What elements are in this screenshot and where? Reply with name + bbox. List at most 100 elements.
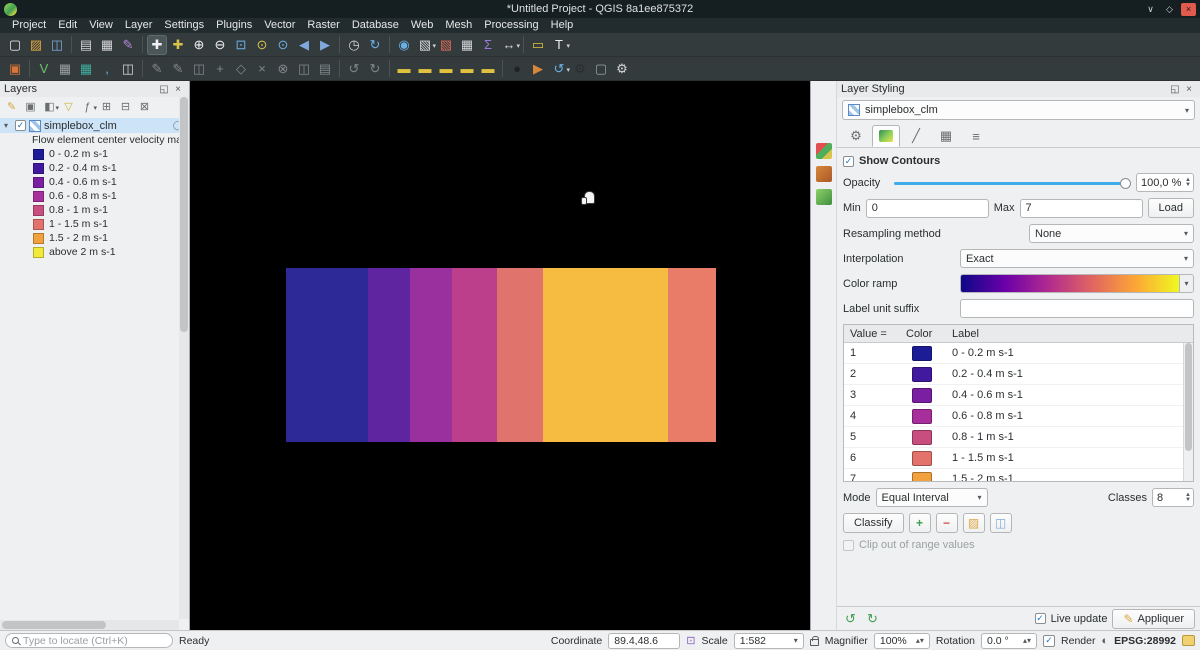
- project-new-icon[interactable]: ▢: [5, 35, 25, 55]
- legend-item[interactable]: 0.6 - 0.8 m s-1: [0, 189, 189, 203]
- symbology-tab-icon[interactable]: [816, 143, 832, 159]
- legend-item[interactable]: 0 - 0.2 m s-1: [0, 147, 189, 161]
- spinner-arrows-icon[interactable]: ▲▼: [1185, 178, 1191, 188]
- menu-processing[interactable]: Processing: [478, 18, 544, 33]
- statistics-summary-icon[interactable]: Σ: [478, 35, 498, 55]
- add-vector-layer-icon[interactable]: V: [34, 59, 54, 79]
- column-header-color[interactable]: Color: [906, 328, 946, 340]
- deselect-features-icon[interactable]: ▧: [436, 35, 456, 55]
- layer-visibility-checkbox[interactable]: ✓: [15, 120, 26, 131]
- processing-toolbox-icon[interactable]: ⚙: [570, 59, 590, 79]
- table-row[interactable]: 10 - 0.2 m s-1: [844, 343, 1193, 364]
- open-attribute-table-icon[interactable]: ▦: [457, 35, 477, 55]
- cell-color[interactable]: [906, 388, 946, 403]
- add-raster-layer-icon[interactable]: ▦: [55, 59, 75, 79]
- table-row[interactable]: 50.8 - 1 m s-1: [844, 427, 1193, 448]
- crs-globe-icon[interactable]: ◐: [1101, 635, 1108, 647]
- magnifier-spinbox[interactable]: 100% ▴▾: [874, 633, 930, 649]
- table-row[interactable]: 30.4 - 0.6 m s-1: [844, 385, 1193, 406]
- highlight-labels-icon[interactable]: ▬: [457, 59, 477, 79]
- menu-mesh[interactable]: Mesh: [439, 18, 478, 33]
- move-label-icon[interactable]: ▬: [478, 59, 498, 79]
- project-open-icon[interactable]: ▨: [26, 35, 46, 55]
- layer-diagram-icon[interactable]: ▬: [415, 59, 435, 79]
- toggle-editing-icon[interactable]: ✎: [168, 59, 188, 79]
- zoom-to-selection-icon[interactable]: ⊙: [252, 35, 272, 55]
- style-manager-icon[interactable]: ✎: [118, 35, 138, 55]
- color-ramp-button[interactable]: ▾: [960, 274, 1194, 293]
- pin-labels-icon[interactable]: ▬: [436, 59, 456, 79]
- redo-history-icon[interactable]: ↺▾: [549, 59, 569, 79]
- table-row[interactable]: 40.6 - 0.8 m s-1: [844, 406, 1193, 427]
- zoom-to-layer-icon[interactable]: ⊙: [273, 35, 293, 55]
- apply-button[interactable]: ✎ Appliquer: [1112, 609, 1195, 629]
- crs-value[interactable]: EPSG:28992: [1114, 635, 1176, 647]
- undock-styling-panel-icon[interactable]: ◱: [1168, 84, 1182, 95]
- options-wrench-icon[interactable]: ⚙: [612, 59, 632, 79]
- undo-icon[interactable]: ↺: [344, 59, 364, 79]
- label-unit-suffix-input[interactable]: [960, 299, 1194, 318]
- spinner-arrows-icon[interactable]: ▲▼: [1185, 493, 1191, 503]
- cell-color[interactable]: [906, 430, 946, 445]
- zoom-full-icon[interactable]: ⊡: [231, 35, 251, 55]
- style-manager-tab-icon[interactable]: [816, 166, 832, 182]
- project-save-icon[interactable]: ◫: [47, 35, 67, 55]
- save-classes-button[interactable]: ◫: [990, 513, 1012, 533]
- table-vertical-scrollbar[interactable]: [1183, 343, 1193, 481]
- python-console-icon[interactable]: ●: [507, 59, 527, 79]
- scale-combo[interactable]: 1:582 ▾: [734, 633, 804, 649]
- undock-panel-icon[interactable]: ◱: [157, 84, 171, 95]
- cell-color[interactable]: [906, 472, 946, 483]
- close-styling-panel-icon[interactable]: ×: [1182, 84, 1196, 95]
- undo-style-icon[interactable]: ↺: [842, 611, 859, 627]
- menu-edit[interactable]: Edit: [52, 18, 83, 33]
- new-print-layout-icon[interactable]: ▤: [76, 35, 96, 55]
- interpolation-combo[interactable]: Exact ▾: [960, 249, 1194, 268]
- paste-features-icon[interactable]: ▤: [315, 59, 335, 79]
- mode-combo[interactable]: Equal Interval ▾: [876, 488, 988, 507]
- message-log-icon[interactable]: [1182, 635, 1195, 646]
- tab-general-settings[interactable]: ⚙: [842, 125, 870, 147]
- show-contours-checkbox[interactable]: ✓: [843, 156, 854, 167]
- expander-icon[interactable]: ▾: [4, 121, 12, 130]
- close-panel-icon[interactable]: ×: [171, 84, 185, 95]
- layer-labeling-icon[interactable]: ▬: [394, 59, 414, 79]
- map-refresh-icon[interactable]: ↻: [365, 35, 385, 55]
- locate-search-input[interactable]: Type to locate (Ctrl+K): [5, 633, 173, 648]
- pan-to-selection-icon[interactable]: ✚: [168, 35, 188, 55]
- delete-selected-icon[interactable]: ×: [252, 59, 272, 79]
- load-classes-button[interactable]: ▨: [963, 513, 985, 533]
- opacity-slider-handle[interactable]: [1120, 178, 1131, 189]
- pan-map-icon[interactable]: ✚: [147, 35, 167, 55]
- menu-web[interactable]: Web: [405, 18, 439, 33]
- table-row[interactable]: 20.2 - 0.4 m s-1: [844, 364, 1193, 385]
- rotation-spinbox[interactable]: 0.0 ° ▴▾: [981, 633, 1037, 649]
- add-mesh-layer-icon[interactable]: ▦: [76, 59, 96, 79]
- styling-layer-selector[interactable]: simplebox_clm ▾: [842, 100, 1195, 120]
- tab-vectors[interactable]: ╱: [902, 125, 930, 147]
- measure-icon[interactable]: ↔▾: [499, 35, 519, 55]
- menu-view[interactable]: View: [83, 18, 119, 33]
- select-features-icon[interactable]: ▧▾: [415, 35, 435, 55]
- filter-by-expression-icon[interactable]: ƒ▾: [79, 99, 96, 115]
- legend-item[interactable]: 0.2 - 0.4 m s-1: [0, 161, 189, 175]
- close-window-button[interactable]: ×: [1181, 3, 1196, 16]
- shade-window-button[interactable]: ∨: [1143, 3, 1158, 16]
- map-tips-icon[interactable]: ▭: [528, 35, 548, 55]
- legend-item[interactable]: 1.5 - 2 m s-1: [0, 231, 189, 245]
- min-input[interactable]: 0: [866, 199, 989, 218]
- remove-class-button[interactable]: −: [936, 513, 958, 533]
- cell-color[interactable]: [906, 367, 946, 382]
- vertex-tool-icon[interactable]: ◇: [231, 59, 251, 79]
- opacity-slider[interactable]: [894, 176, 1131, 190]
- copy-features-icon[interactable]: ◫: [294, 59, 314, 79]
- cell-color[interactable]: [906, 346, 946, 361]
- zoom-next-icon[interactable]: ▶: [315, 35, 335, 55]
- resampling-combo[interactable]: None ▾: [1029, 224, 1194, 243]
- tab-mesh-frame[interactable]: ▦: [932, 125, 960, 147]
- tab-averaging[interactable]: ≡: [962, 125, 990, 147]
- classes-spinbox[interactable]: 8 ▲▼: [1152, 488, 1194, 507]
- layer-item-simplebox-clm[interactable]: ▾ ✓ simplebox_clm ◯: [0, 118, 189, 133]
- remove-layer-icon[interactable]: ⊠: [136, 99, 153, 115]
- manage-map-themes-icon[interactable]: ◧▾: [41, 99, 58, 115]
